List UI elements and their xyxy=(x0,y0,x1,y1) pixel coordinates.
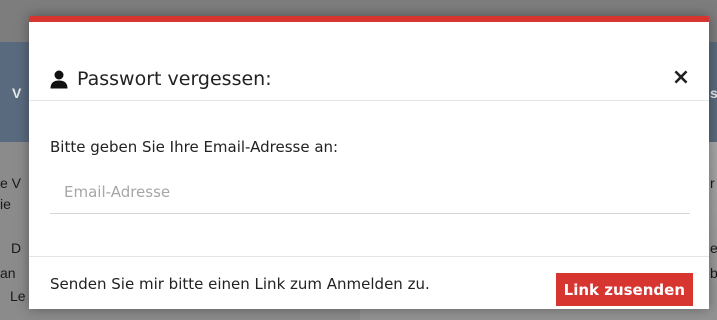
background-fragment: Le xyxy=(10,288,26,304)
email-prompt-label: Bitte geben Sie Ihre Email-Adresse an: xyxy=(50,138,339,156)
dialog-header: Passwort vergessen: × xyxy=(29,22,709,101)
forgot-password-dialog: Passwort vergessen: × Bitte geben Sie Ih… xyxy=(29,16,709,309)
dialog-body: Bitte geben Sie Ihre Email-Adresse an: xyxy=(29,102,709,257)
send-link-description: Senden Sie mir bitte einen Link zum Anme… xyxy=(50,275,430,293)
dialog-footer: Senden Sie mir bitte einen Link zum Anme… xyxy=(29,258,709,315)
background-fragment: e xyxy=(710,240,717,256)
dialog-title-group: Passwort vergessen: xyxy=(49,68,272,90)
dialog-title: Passwort vergessen: xyxy=(77,68,272,90)
close-button[interactable]: × xyxy=(669,66,693,90)
background-fragment: e V xyxy=(0,175,22,191)
background-fragment: b xyxy=(710,265,717,281)
background-fragment: an xyxy=(0,265,16,281)
user-icon xyxy=(49,69,69,89)
background-fragment: s xyxy=(710,85,717,101)
background-fragment: ie xyxy=(0,196,11,212)
send-link-button[interactable]: Link zusenden xyxy=(555,273,693,306)
email-input[interactable] xyxy=(50,170,690,214)
background-fragment: r xyxy=(710,175,715,191)
background-fragment: V xyxy=(12,85,22,101)
background-fragment: D xyxy=(11,240,22,256)
